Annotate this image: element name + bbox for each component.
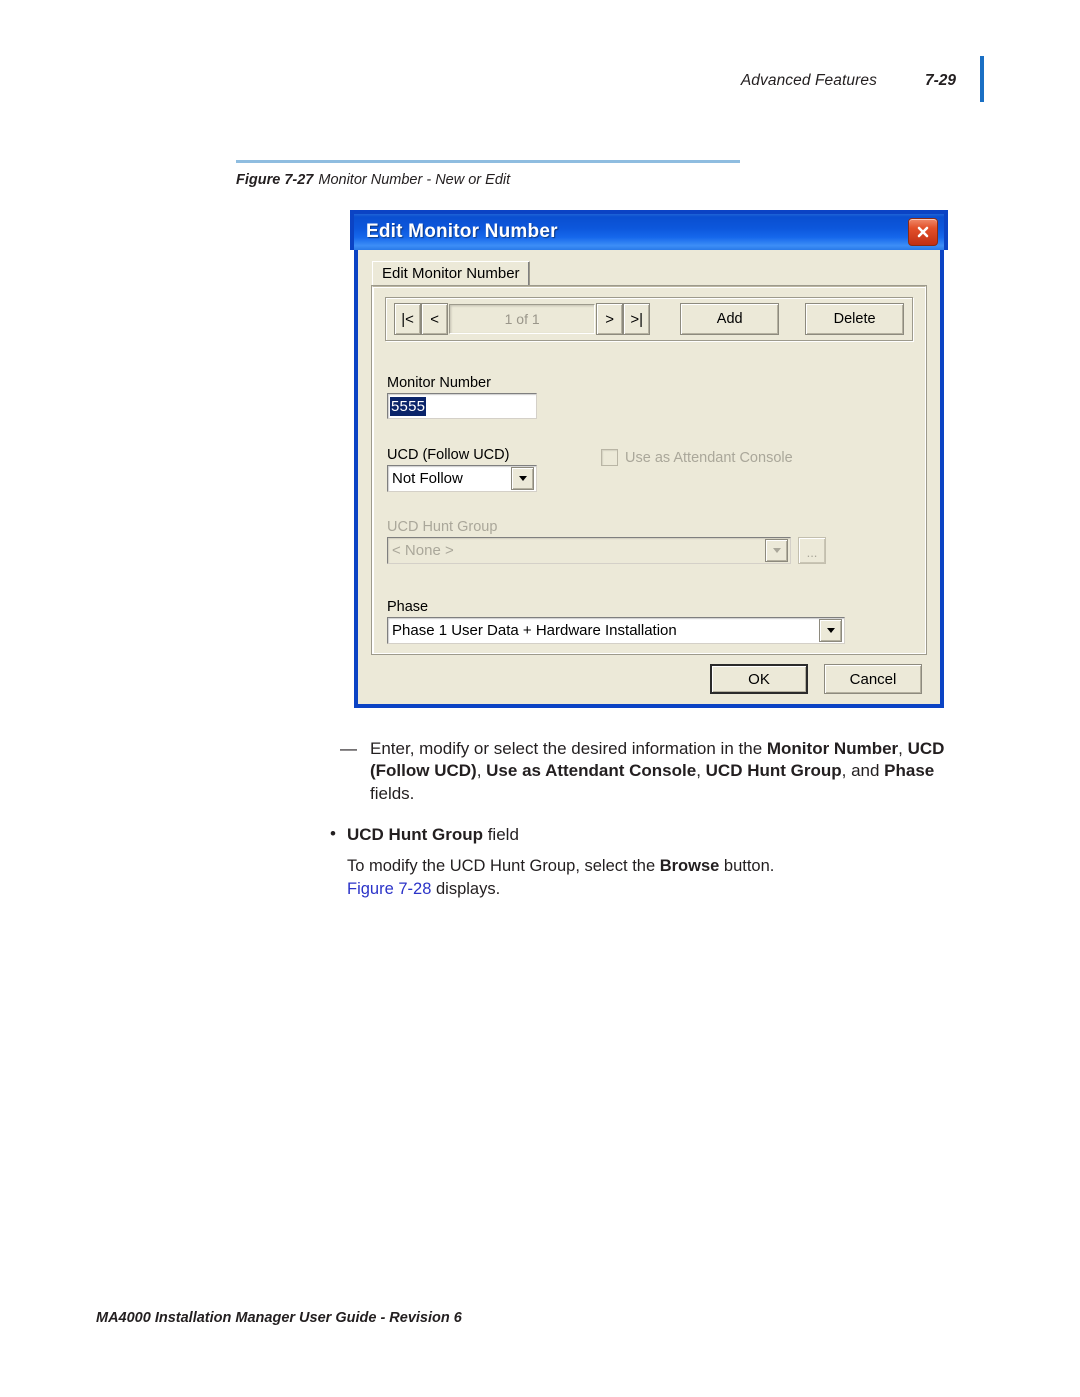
dialog-action-buttons: OK Cancel xyxy=(368,654,930,694)
phase-value: Phase 1 User Data + Hardware Installatio… xyxy=(392,622,677,639)
dash-end: fields. xyxy=(370,783,415,803)
sub-part-2: button. xyxy=(719,857,775,876)
monitor-number-field-group: Monitor Number 5555 xyxy=(387,375,537,419)
figure-caption-block: Figure 7-27 Monitor Number - New or Edit xyxy=(236,160,740,188)
dash-sep-4: , and xyxy=(841,761,885,781)
instruction-dash-item: — Enter, modify or select the desired in… xyxy=(340,738,980,805)
sub-part-1: To modify the UCD Hunt Group, select the xyxy=(347,857,660,876)
dash-bold-4: UCD Hunt Group xyxy=(705,761,842,781)
browse-button: ... xyxy=(798,537,826,564)
ucd-hunt-group-label: UCD Hunt Group xyxy=(387,519,498,535)
bullet-bold-label: UCD Hunt Group xyxy=(347,825,483,844)
bullet-sub-paragraph: To modify the UCD Hunt Group, select the… xyxy=(347,855,980,900)
attendant-console-group: Use as Attendant Console xyxy=(601,449,793,466)
dash-sep-3: , xyxy=(696,761,706,781)
header-chapter-title: Advanced Features xyxy=(740,72,877,89)
phase-label: Phase xyxy=(387,599,429,615)
figure-caption-rule xyxy=(236,160,740,163)
dash-bold-1: Monitor Number xyxy=(766,739,899,758)
delete-button[interactable]: Delete xyxy=(805,303,905,335)
monitor-number-input[interactable]: 5555 xyxy=(387,393,537,419)
header-page-number: 7-29 xyxy=(924,72,956,89)
figure-caption: Figure 7-27 Monitor Number - New or Edit xyxy=(236,172,740,188)
checkbox-icon xyxy=(601,449,618,466)
close-icon[interactable] xyxy=(908,218,938,246)
dash-sep-2: , xyxy=(476,761,487,781)
dialog-title: Edit Monitor Number xyxy=(366,221,558,242)
first-record-button[interactable]: |< xyxy=(394,303,422,335)
next-record-button[interactable]: > xyxy=(596,303,624,335)
dialog-title-bar: Edit Monitor Number xyxy=(350,210,948,250)
edit-monitor-number-dialog[interactable]: Edit Monitor Number Edit Monitor Number … xyxy=(350,210,948,708)
page-running-header: Advanced Features 7-29 xyxy=(740,56,984,102)
last-record-button[interactable]: >| xyxy=(623,303,651,335)
ucd-hunt-group-bullet-block: • UCD Hunt Group field To modify the UCD… xyxy=(330,824,980,900)
dash-part-1: Enter, modify or select the desired info… xyxy=(370,739,767,758)
tab-edit-monitor-number[interactable]: Edit Monitor Number xyxy=(372,261,530,286)
figure-caption-title: Monitor Number - New or Edit xyxy=(318,172,511,188)
ucd-follow-select[interactable]: Not Follow xyxy=(387,465,537,492)
bullet-marker: • xyxy=(330,824,336,843)
figure-caption-label: Figure 7-27 xyxy=(236,172,314,188)
record-counter: 1 of 1 xyxy=(449,304,596,334)
bullet-rest: field xyxy=(482,825,519,844)
dash-sep-1: , xyxy=(898,739,908,758)
monitor-number-value: 5555 xyxy=(390,396,427,416)
dash-bold-3: Use as Attendant Console xyxy=(486,761,697,781)
dialog-tab-strip: Edit Monitor Number xyxy=(368,258,930,286)
chevron-down-icon xyxy=(765,539,788,562)
dialog-body: Edit Monitor Number |< < 1 of 1 > >| Add… xyxy=(354,250,944,708)
bullet-item: • UCD Hunt Group field xyxy=(330,824,980,846)
dialog-tab-panel: |< < 1 of 1 > >| Add Delete Monitor Numb… xyxy=(371,285,927,655)
page-footer: MA4000 Installation Manager User Guide -… xyxy=(96,1310,462,1326)
sub-bold-browse: Browse xyxy=(659,857,720,876)
ucd-hunt-group-value: < None > xyxy=(392,542,454,559)
sub-part-3: displays. xyxy=(431,879,501,898)
cancel-button[interactable]: Cancel xyxy=(824,664,922,694)
use-as-attendant-console-checkbox: Use as Attendant Console xyxy=(601,449,793,466)
ucd-hunt-group-field-group: UCD Hunt Group < None > ... xyxy=(387,519,857,564)
ok-button[interactable]: OK xyxy=(710,664,808,694)
dash-bold-5: Phase xyxy=(884,761,935,781)
figure-7-28-crossref-link[interactable]: Figure 7-28 xyxy=(347,880,431,898)
phase-field-group: Phase Phase 1 User Data + Hardware Insta… xyxy=(387,599,847,644)
ucd-follow-field-group: UCD (Follow UCD) Not Follow xyxy=(387,447,537,492)
header-blue-rule xyxy=(980,56,984,102)
ucd-hunt-group-select: < None > xyxy=(387,537,791,564)
dash-marker: — xyxy=(340,739,357,758)
previous-record-button[interactable]: < xyxy=(421,303,449,335)
bullet-text: UCD Hunt Group field xyxy=(347,824,519,846)
use-as-attendant-console-label: Use as Attendant Console xyxy=(625,449,793,466)
ucd-follow-label: UCD (Follow UCD) xyxy=(387,447,510,463)
monitor-number-label: Monitor Number xyxy=(387,375,491,391)
phase-select[interactable]: Phase 1 User Data + Hardware Installatio… xyxy=(387,617,845,644)
chevron-down-icon[interactable] xyxy=(511,467,534,490)
add-button[interactable]: Add xyxy=(680,303,780,335)
instruction-text: Enter, modify or select the desired info… xyxy=(370,738,980,805)
ucd-follow-value: Not Follow xyxy=(392,470,463,487)
chevron-down-icon[interactable] xyxy=(819,619,842,642)
record-navigation-group: |< < 1 of 1 > >| Add Delete xyxy=(385,297,913,341)
